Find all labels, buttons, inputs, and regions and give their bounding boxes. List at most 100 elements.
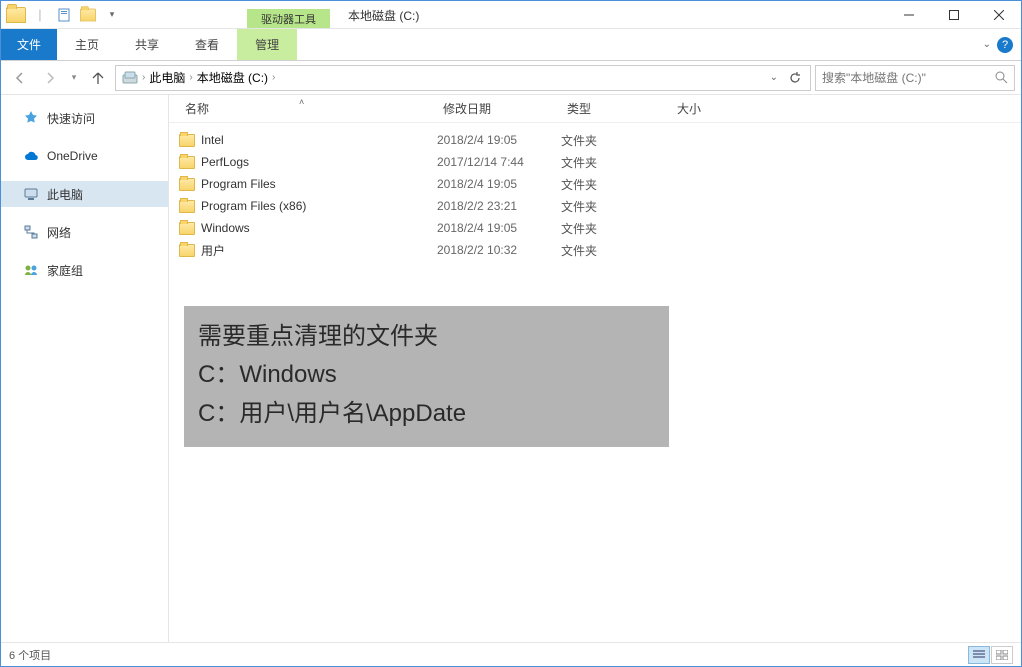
qat-properties-icon[interactable] <box>53 4 75 26</box>
file-date: 2018/2/2 23:21 <box>437 199 561 213</box>
refresh-icon[interactable] <box>784 71 806 85</box>
sidebar-item-label: 网络 <box>47 224 71 241</box>
table-row[interactable]: Windows 2018/2/4 19:05文件夹 <box>179 217 1021 239</box>
help-icon[interactable]: ? <box>997 37 1013 53</box>
folder-icon <box>179 222 195 235</box>
breadcrumb-pc[interactable]: 此电脑 <box>147 69 187 86</box>
status-item-count: 6 个项目 <box>9 647 51 663</box>
table-row[interactable]: 用户 2018/2/2 10:32文件夹 <box>179 239 1021 261</box>
ribbon-file-tab[interactable]: 文件 <box>1 29 57 60</box>
table-row[interactable]: Program Files2018/2/4 19:05文件夹 <box>179 173 1021 195</box>
qat-separator: | <box>29 4 51 26</box>
sidebar-item-cloud[interactable]: OneDrive <box>1 143 168 169</box>
file-date: 2018/2/4 19:05 <box>437 177 561 191</box>
pc-icon <box>23 186 39 202</box>
sidebar-item-label: 快速访问 <box>47 110 95 127</box>
window-controls <box>886 1 1021 28</box>
view-icons-icon[interactable] <box>991 646 1013 664</box>
folder-icon <box>179 178 195 191</box>
chevron-right-icon[interactable]: › <box>187 72 194 83</box>
folder-icon <box>179 200 195 213</box>
nav-up-button[interactable] <box>85 65 111 91</box>
search-box[interactable] <box>815 65 1015 91</box>
column-size[interactable]: 大小 <box>671 100 1021 117</box>
address-icon <box>120 71 140 85</box>
titlebar: | ▾ 驱动器工具 本地磁盘 (C:) <box>1 1 1021 29</box>
context-tab-label: 驱动器工具 <box>247 9 330 28</box>
address-dropdown-icon[interactable]: ⌄ <box>764 72 784 83</box>
ribbon-tab-manage[interactable]: 管理 <box>237 29 297 60</box>
sidebar-item-label: 家庭组 <box>47 262 83 279</box>
ribbon-tab-home[interactable]: 主页 <box>57 29 117 60</box>
file-name: Windows <box>201 221 250 235</box>
file-type: 文件夹 <box>561 132 671 149</box>
minimize-button[interactable] <box>886 1 931 29</box>
file-name: 用户 <box>201 242 225 259</box>
sidebar-item-label: OneDrive <box>47 149 98 163</box>
table-row[interactable]: Intel 2018/2/4 19:05文件夹 <box>179 129 1021 151</box>
net-icon <box>23 224 39 240</box>
chevron-right-icon[interactable]: › <box>140 72 147 83</box>
table-row[interactable]: PerfLogs 2017/12/14 7:44文件夹 <box>179 151 1021 173</box>
sidebar-group: 快速访问 OneDrive 此电脑网络家庭组 <box>1 105 168 283</box>
nav-forward-button[interactable] <box>37 65 63 91</box>
file-rows: Intel2018/2/4 19:05文件夹PerfLogs2017/12/14… <box>169 123 1021 261</box>
file-type: 文件夹 <box>561 154 671 171</box>
folder-icon <box>179 156 195 169</box>
qat-new-folder-icon[interactable] <box>77 4 99 26</box>
column-headers: ˄ 名称 修改日期 类型 大小 <box>169 95 1021 123</box>
view-toggle <box>968 646 1013 664</box>
column-type[interactable]: 类型 <box>561 100 671 117</box>
close-button[interactable] <box>976 1 1021 29</box>
file-date: 2018/2/4 19:05 <box>437 133 561 147</box>
table-row[interactable]: Program Files (x86) 2018/2/2 23:21文件夹 <box>179 195 1021 217</box>
file-name: Program Files (x86) <box>201 199 306 213</box>
folder-icon <box>179 244 195 257</box>
file-date: 2018/2/4 19:05 <box>437 221 561 235</box>
status-bar: 6 个项目 <box>1 642 1021 666</box>
file-type: 文件夹 <box>561 176 671 193</box>
sort-indicator-icon: ˄ <box>299 97 304 107</box>
quick-access-toolbar: | ▾ <box>1 1 127 28</box>
column-date[interactable]: 修改日期 <box>437 100 561 117</box>
file-type: 文件夹 <box>561 198 671 215</box>
file-type: 文件夹 <box>561 242 671 259</box>
chevron-right-icon[interactable]: › <box>270 72 277 83</box>
navigation-bar: ▾ › 此电脑 › 本地磁盘 (C:) › ⌄ <box>1 61 1021 95</box>
app-icon[interactable] <box>5 4 27 26</box>
ribbon-expand-icon[interactable]: ⌄ <box>983 39 991 50</box>
annotation-overlay: 需要重点清理的文件夹 C：Windows C：用户\用户名\AppDate <box>184 306 669 447</box>
ribbon-tab-view[interactable]: 查看 <box>177 29 237 60</box>
ribbon: 文件 主页 共享 查看 管理 ⌄ ? <box>1 29 1021 61</box>
navigation-pane: 快速访问 OneDrive 此电脑网络家庭组 <box>1 95 169 642</box>
window-title: 本地磁盘 (C:) <box>330 1 437 28</box>
address-bar[interactable]: › 此电脑 › 本地磁盘 (C:) › ⌄ <box>115 65 811 91</box>
sidebar-item-pc[interactable]: 此电脑 <box>1 181 168 207</box>
contextual-tab-group: 驱动器工具 <box>247 1 330 28</box>
annotation-line: 需要重点清理的文件夹 <box>198 318 655 356</box>
breadcrumb-drive[interactable]: 本地磁盘 (C:) <box>195 69 270 86</box>
view-details-icon[interactable] <box>968 646 990 664</box>
search-input[interactable] <box>822 71 995 85</box>
file-date: 2018/2/2 10:32 <box>437 243 561 257</box>
file-date: 2017/12/14 7:44 <box>437 155 561 169</box>
sidebar-item-star[interactable]: 快速访问 <box>1 105 168 131</box>
cloud-icon <box>23 148 39 164</box>
sidebar-item-label: 此电脑 <box>47 186 83 203</box>
sidebar-item-net[interactable]: 网络 <box>1 219 168 245</box>
annotation-line: C：Windows <box>198 356 655 394</box>
search-icon[interactable] <box>995 71 1008 84</box>
file-name: PerfLogs <box>201 155 249 169</box>
qat-dropdown-icon[interactable]: ▾ <box>101 4 123 26</box>
file-name: Intel <box>201 133 224 147</box>
folder-icon <box>179 134 195 147</box>
nav-back-button[interactable] <box>7 65 33 91</box>
file-type: 文件夹 <box>561 220 671 237</box>
maximize-button[interactable] <box>931 1 976 29</box>
home-icon <box>23 262 39 278</box>
sidebar-item-home[interactable]: 家庭组 <box>1 257 168 283</box>
annotation-line: C：用户\用户名\AppDate <box>198 395 655 433</box>
ribbon-tab-share[interactable]: 共享 <box>117 29 177 60</box>
column-name[interactable]: 名称 <box>179 100 437 117</box>
nav-history-dropdown[interactable]: ▾ <box>67 65 81 91</box>
